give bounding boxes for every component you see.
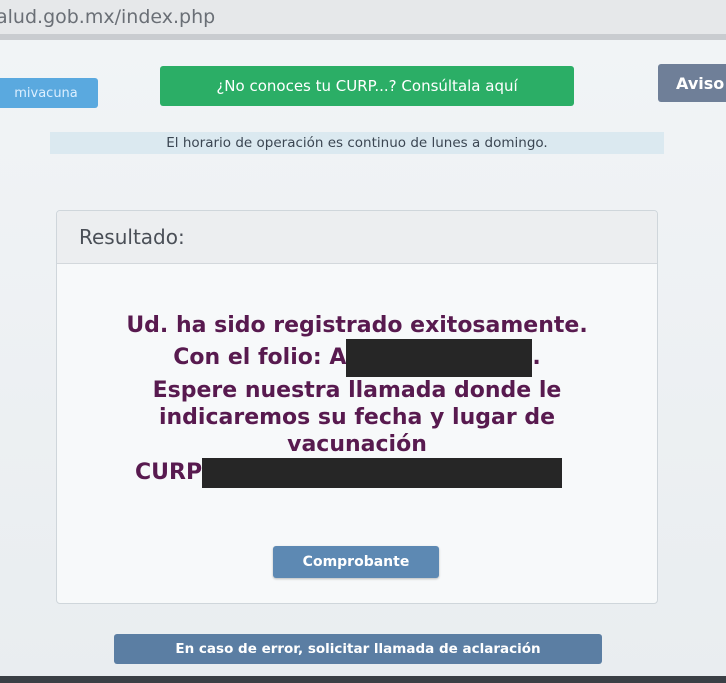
- mivacuna-button[interactable]: mivacuna: [0, 78, 98, 108]
- registered-text: Ud. ha sido registrado exitosamente.: [126, 313, 588, 338]
- curp-label: CURP: [135, 460, 203, 485]
- registration-message: Ud. ha sido registrado exitosamente. Con…: [87, 312, 627, 488]
- operation-hours-notice: El horario de operación es continuo de l…: [50, 132, 664, 154]
- comprobante-button[interactable]: Comprobante: [273, 546, 439, 578]
- request-clarification-call-button[interactable]: En caso de error, solicitar llamada de a…: [114, 634, 602, 664]
- aviso-button[interactable]: Aviso: [658, 64, 726, 102]
- folio-line: Con el folio: A.: [87, 339, 627, 377]
- folio-suffix: .: [532, 345, 541, 370]
- result-body: Ud. ha sido registrado exitosamente. Con…: [57, 264, 657, 604]
- address-bar[interactable]: alud.gob.mx/index.php: [0, 0, 726, 34]
- consult-curp-button[interactable]: ¿No conoces tu CURP...? Consúltala aquí: [160, 66, 574, 106]
- folio-redaction: [346, 339, 533, 377]
- curp-line: CURP: [87, 458, 627, 488]
- url-text: alud.gob.mx/index.php: [0, 6, 216, 28]
- screen-bezel: [0, 676, 726, 683]
- folio-label: Con el folio: A: [173, 345, 347, 370]
- curp-redaction: [202, 458, 563, 488]
- call-instructions: Espere nuestra llamada donde le indicare…: [152, 378, 562, 457]
- result-header: Resultado:: [57, 211, 657, 264]
- result-card: Resultado: Ud. ha sido registrado exitos…: [56, 210, 658, 604]
